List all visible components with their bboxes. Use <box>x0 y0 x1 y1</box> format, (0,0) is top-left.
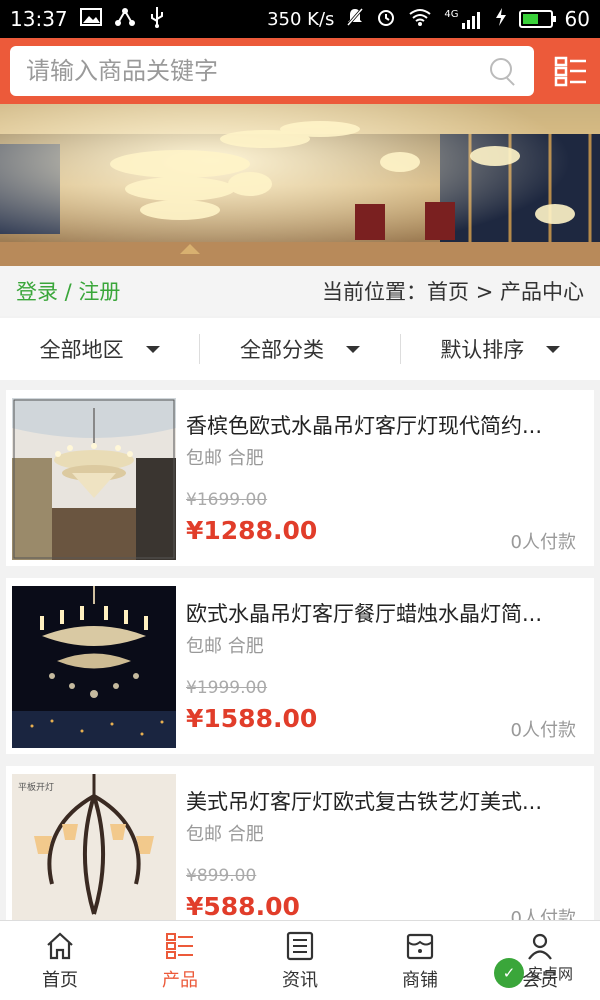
status-bar: 13:37 350 K/s 4G 60 <box>0 0 600 38</box>
caret-down-icon <box>145 345 160 353</box>
product-title[interactable]: 香槟色欧式水晶吊灯客厅灯现代简约... <box>186 410 582 440</box>
filter-label: 默认排序 <box>440 338 525 362</box>
image-icon <box>79 7 102 31</box>
mute-icon <box>346 7 364 32</box>
filter-sort[interactable]: 默认排序 <box>399 334 600 364</box>
network-speed: 350 K/s <box>267 8 335 30</box>
product-image[interactable] <box>12 586 176 748</box>
location-bar: 登录 / 注册 当前位置：首页 > 产品中心 <box>0 266 600 316</box>
battery-fill <box>522 14 539 24</box>
battery-percent: 60 <box>564 7 590 31</box>
product-meta: 包邮 合肥 <box>186 824 264 845</box>
battery-icon <box>518 10 556 28</box>
search-bar[interactable] <box>10 46 534 96</box>
clock: 13:37 <box>10 7 68 31</box>
network-type-label: 4G <box>444 9 459 20</box>
product-card[interactable]: 香槟色欧式水晶吊灯客厅灯现代简约... 包邮 合肥 ¥1699.00 ¥1288… <box>6 390 594 566</box>
product-meta: 包邮 合肥 <box>186 448 264 469</box>
filter-category[interactable]: 全部分类 <box>199 334 399 364</box>
breadcrumb: 当前位置：首页 > 产品中心 <box>322 276 584 306</box>
tab-products[interactable]: 产品 <box>120 921 240 1000</box>
tab-label: 商铺 <box>402 969 438 991</box>
filter-label: 全部分类 <box>239 338 324 362</box>
original-price: ¥899.00 <box>186 866 257 886</box>
list-icon <box>166 932 193 959</box>
breadcrumb-path[interactable]: 首页 > 产品中心 <box>427 280 584 304</box>
header <box>0 38 600 104</box>
android-logo-icon: ✓ <box>494 958 524 988</box>
tab-label: 资讯 <box>282 969 318 991</box>
caret-down-icon <box>546 345 561 353</box>
tab-label: 首页 <box>42 969 78 991</box>
search-icon[interactable] <box>488 56 518 86</box>
promo-banner[interactable] <box>0 104 600 266</box>
charging-icon <box>495 7 507 32</box>
store-icon <box>406 933 434 959</box>
wifi-icon <box>408 7 432 31</box>
product-image[interactable] <box>12 398 176 560</box>
paid-count: 0人付款 <box>510 720 576 741</box>
search-input[interactable] <box>26 57 488 85</box>
sale-price: ¥588.00 <box>186 892 300 920</box>
tab-store[interactable]: 商铺 <box>360 921 480 1000</box>
tab-home[interactable]: 首页 <box>0 921 120 1000</box>
product-list: 香槟色欧式水晶吊灯客厅灯现代简约... 包邮 合肥 ¥1699.00 ¥1288… <box>0 382 600 920</box>
product-image[interactable]: 平板开灯 <box>12 774 176 920</box>
product-title[interactable]: 欧式水晶吊灯客厅餐厅蜡烛水晶灯简... <box>186 598 582 628</box>
original-price: ¥1999.00 <box>186 678 268 698</box>
watermark-text: 安卓网 <box>528 964 574 983</box>
caret-down-icon <box>345 345 360 353</box>
breadcrumb-label: 当前位置： <box>322 280 428 304</box>
filter-bar: 全部地区 全部分类 默认排序 <box>0 318 600 380</box>
sale-price: ¥1588.00 <box>186 704 318 733</box>
share-icon <box>114 7 136 32</box>
product-card[interactable]: 欧式水晶吊灯客厅餐厅蜡烛水晶灯简... 包邮 合肥 ¥1999.00 ¥1588… <box>6 578 594 754</box>
paid-count: 0人付款 <box>510 908 576 920</box>
product-card[interactable]: 平板开灯 美式吊灯客厅灯欧式复古铁艺灯美式... 包邮 合肥 ¥899.00 ¥… <box>6 766 594 920</box>
tab-label: 产品 <box>162 969 198 991</box>
menu-list-icon[interactable] <box>554 54 588 88</box>
tab-news[interactable]: 资讯 <box>240 921 360 1000</box>
product-title[interactable]: 美式吊灯客厅灯欧式复古铁艺灯美式... <box>186 786 582 816</box>
chandelier-showroom-image <box>0 104 600 266</box>
original-price: ¥1699.00 <box>186 490 268 510</box>
product-image-tag: 平板开灯 <box>18 781 54 793</box>
home-icon <box>47 932 73 959</box>
sale-price: ¥1288.00 <box>186 516 318 545</box>
product-meta: 包邮 合肥 <box>186 636 264 657</box>
signal-icon: 4G <box>444 9 482 29</box>
filter-label: 全部地区 <box>39 338 124 362</box>
watermark-logo: ✓ 安卓网 <box>494 952 590 994</box>
usb-icon <box>148 6 166 33</box>
news-icon <box>286 931 314 960</box>
alarm-icon <box>376 7 396 32</box>
login-register-link[interactable]: 登录 / 注册 <box>16 276 120 306</box>
filter-region[interactable]: 全部地区 <box>0 334 199 364</box>
paid-count: 0人付款 <box>510 532 576 553</box>
